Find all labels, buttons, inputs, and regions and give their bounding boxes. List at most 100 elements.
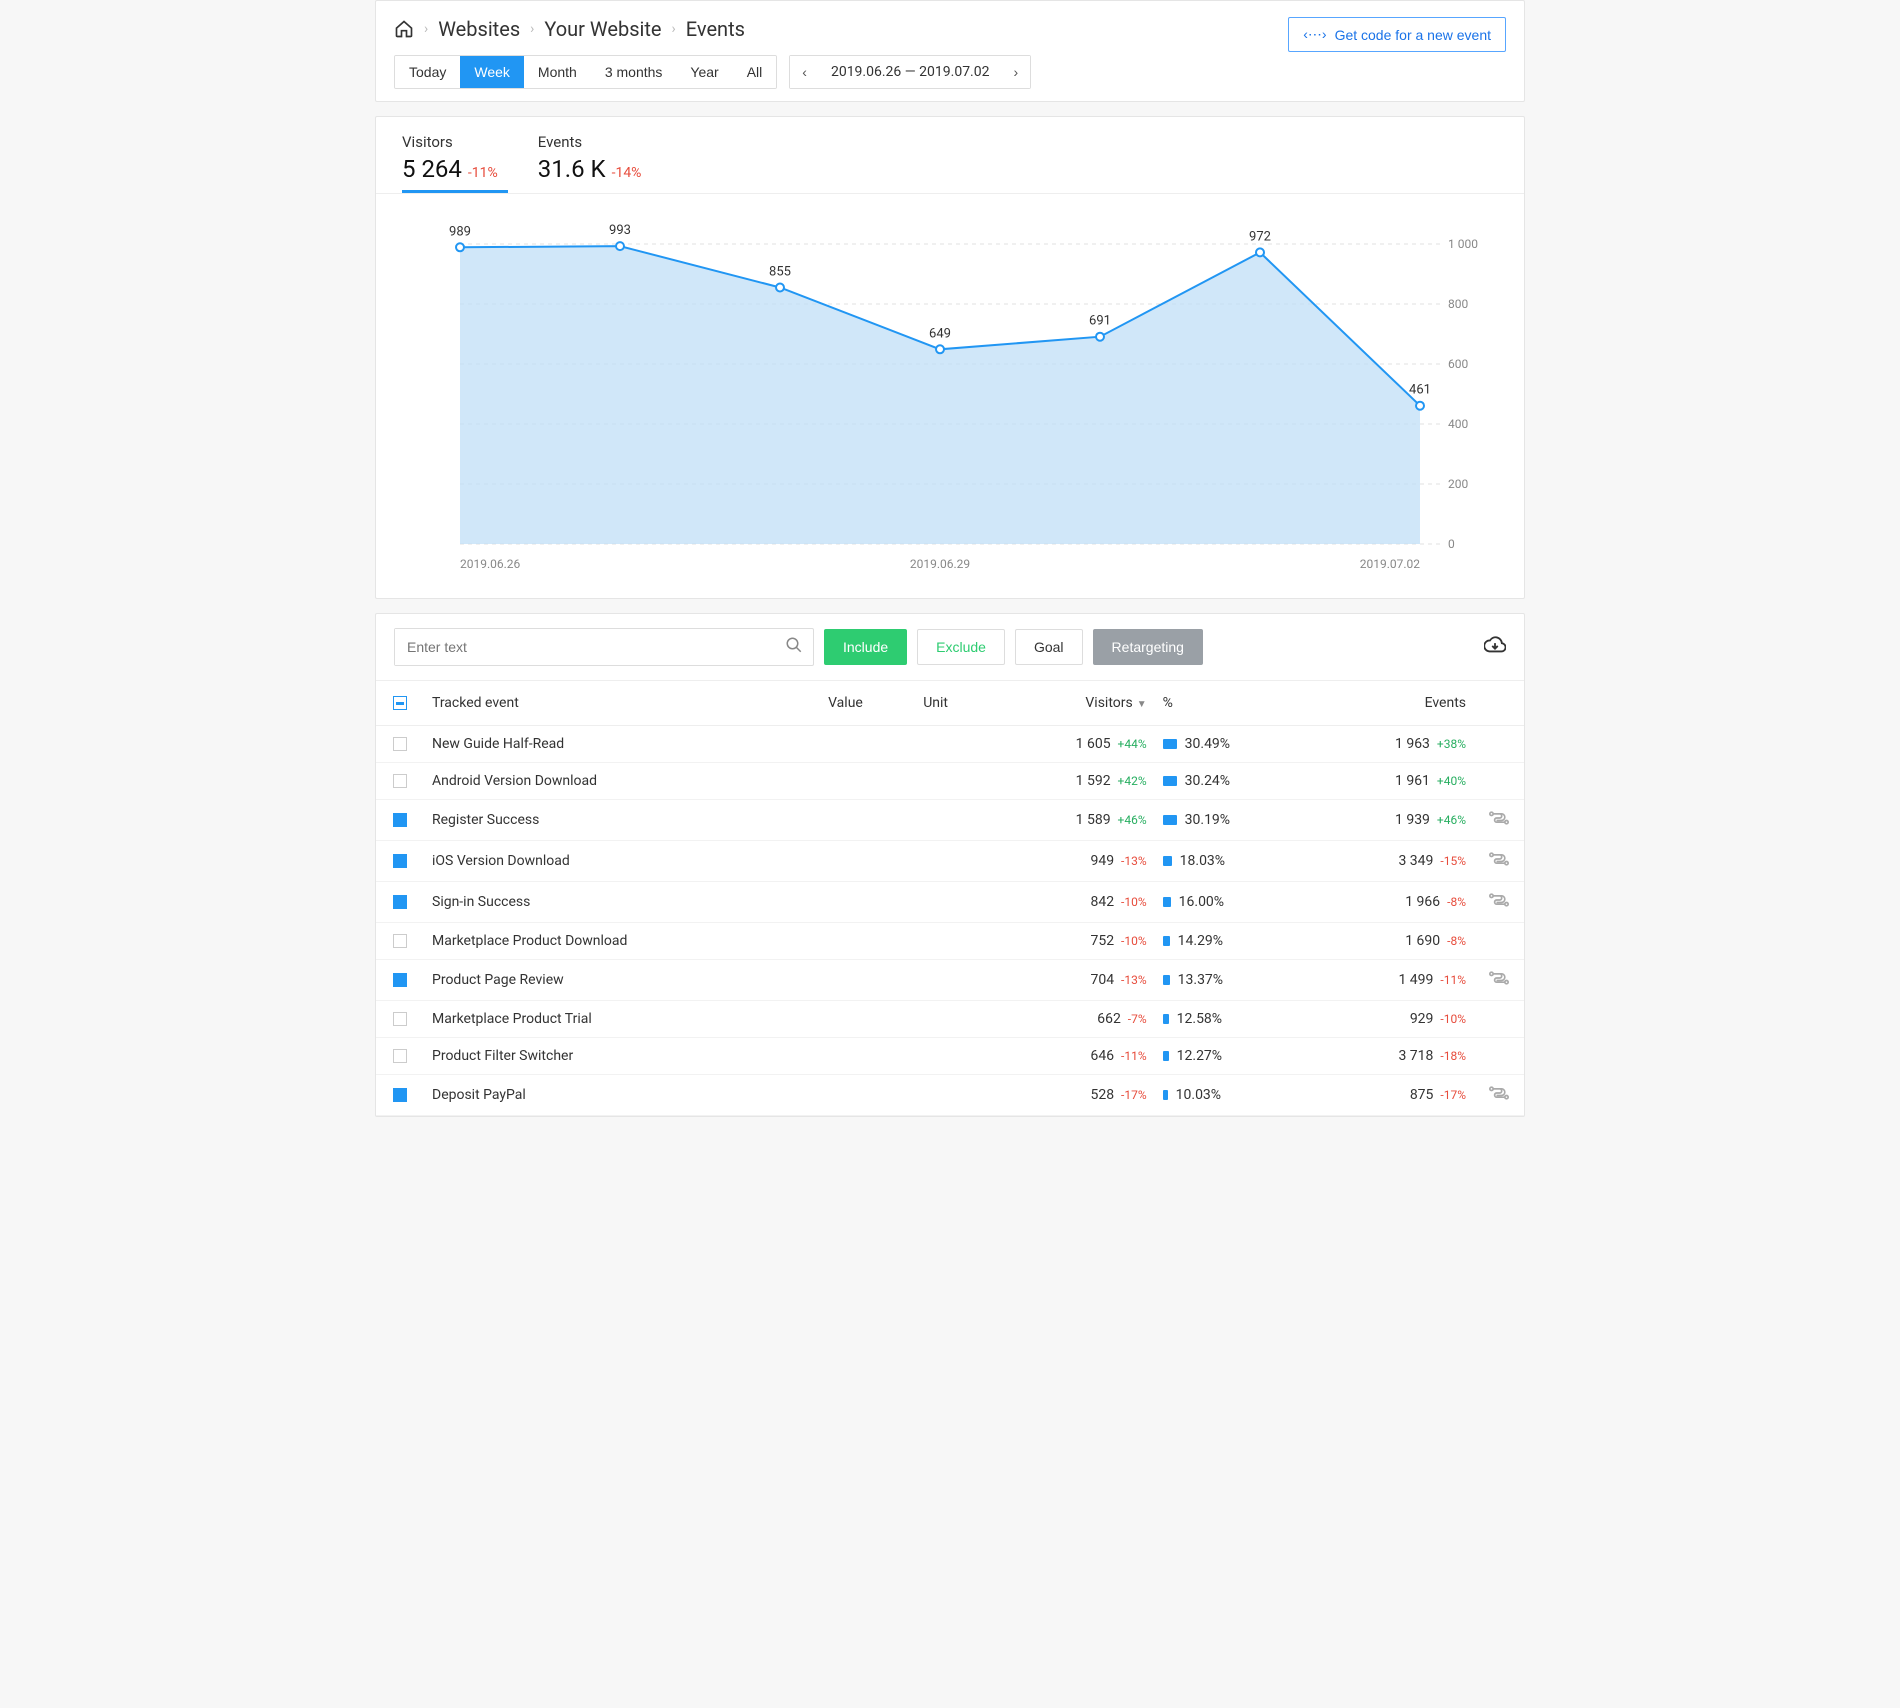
event-value xyxy=(820,960,915,1001)
route-icon[interactable] xyxy=(1489,974,1509,990)
events-cell: 1 690 -8% xyxy=(1311,923,1474,960)
svg-text:993: 993 xyxy=(609,223,631,238)
events-delta: -8% xyxy=(1444,895,1466,909)
select-all-checkbox[interactable] xyxy=(393,696,407,710)
row-checkbox[interactable] xyxy=(393,1049,407,1063)
breadcrumb-websites[interactable]: Websites xyxy=(438,17,520,41)
range-tab-today[interactable]: Today xyxy=(395,56,460,88)
event-name[interactable]: Marketplace Product Trial xyxy=(424,1001,820,1038)
col-value[interactable]: Value xyxy=(820,681,915,726)
events-delta: +46% xyxy=(1434,813,1466,827)
range-tab-year[interactable]: Year xyxy=(676,56,732,88)
table-row: Product Page Review 704 -13% 13.37% 1 49… xyxy=(376,960,1524,1001)
event-name[interactable]: New Guide Half-Read xyxy=(424,726,820,763)
event-unit xyxy=(915,1038,991,1075)
col-events[interactable]: Events xyxy=(1311,681,1474,726)
event-name[interactable]: Register Success xyxy=(424,800,820,841)
percent-bar xyxy=(1163,1090,1168,1100)
percent-bar xyxy=(1163,776,1177,786)
visitors-delta: -13% xyxy=(1118,854,1147,868)
event-unit xyxy=(915,800,991,841)
search-input[interactable] xyxy=(395,629,775,665)
row-checkbox[interactable] xyxy=(393,1088,407,1102)
visitors-cell: 704 -13% xyxy=(992,960,1155,1001)
download-icon[interactable] xyxy=(1484,634,1506,660)
visitors-cell: 528 -17% xyxy=(992,1075,1155,1116)
table-row: New Guide Half-Read 1 605 +44% 30.49% 1 … xyxy=(376,726,1524,763)
row-checkbox[interactable] xyxy=(393,1012,407,1026)
route-icon[interactable] xyxy=(1489,896,1509,912)
event-unit xyxy=(915,841,991,882)
row-checkbox[interactable] xyxy=(393,813,407,827)
event-name[interactable]: Deposit PayPal xyxy=(424,1075,820,1116)
breadcrumb: › Websites › Your Website › Events xyxy=(394,17,1031,41)
range-tab-all[interactable]: All xyxy=(733,56,777,88)
event-name[interactable]: Marketplace Product Download xyxy=(424,923,820,960)
percent-cell: 13.37% xyxy=(1155,960,1311,1001)
col-visitors[interactable]: Visitors▼ xyxy=(992,681,1155,726)
range-tab-3-months[interactable]: 3 months xyxy=(591,56,677,88)
route-icon[interactable] xyxy=(1489,814,1509,830)
event-name[interactable]: Android Version Download xyxy=(424,763,820,800)
chevron-right-icon: › xyxy=(672,21,676,37)
percent-bar xyxy=(1163,1051,1169,1061)
percent-cell: 10.03% xyxy=(1155,1075,1311,1116)
goal-button[interactable]: Goal xyxy=(1015,629,1083,665)
percent-value: 14.29% xyxy=(1178,933,1223,949)
visitors-cell: 646 -11% xyxy=(992,1038,1155,1075)
exclude-button[interactable]: Exclude xyxy=(917,629,1005,665)
range-tab-week[interactable]: Week xyxy=(460,56,524,88)
breadcrumb-your-website[interactable]: Your Website xyxy=(544,17,661,41)
event-name[interactable]: Sign-in Success xyxy=(424,882,820,923)
svg-text:200: 200 xyxy=(1448,477,1468,491)
search-icon[interactable] xyxy=(775,636,813,658)
row-checkbox[interactable] xyxy=(393,973,407,987)
row-checkbox[interactable] xyxy=(393,737,407,751)
svg-text:691: 691 xyxy=(1089,314,1111,329)
route-icon[interactable] xyxy=(1489,855,1509,871)
table-row: Product Filter Switcher 646 -11% 12.27% … xyxy=(376,1038,1524,1075)
event-unit xyxy=(915,960,991,1001)
row-checkbox[interactable] xyxy=(393,774,407,788)
chevron-right-icon: › xyxy=(424,21,428,37)
events-cell: 929 -10% xyxy=(1311,1001,1474,1038)
metric-events[interactable]: Events 31.6 K-14% xyxy=(538,133,642,183)
row-checkbox[interactable] xyxy=(393,895,407,909)
row-checkbox[interactable] xyxy=(393,934,407,948)
date-next-button[interactable]: › xyxy=(1002,56,1031,88)
event-unit xyxy=(915,763,991,800)
svg-text:855: 855 xyxy=(769,265,791,280)
retargeting-button[interactable]: Retargeting xyxy=(1093,629,1203,665)
metric-label: Visitors xyxy=(402,133,498,151)
time-range-tabs: TodayWeekMonth3 monthsYearAll xyxy=(394,55,777,89)
event-name[interactable]: Product Page Review xyxy=(424,960,820,1001)
percent-cell: 30.24% xyxy=(1155,763,1311,800)
event-name[interactable]: iOS Version Download xyxy=(424,841,820,882)
route-icon[interactable] xyxy=(1489,1089,1509,1105)
percent-bar xyxy=(1163,815,1177,825)
event-value xyxy=(820,1038,915,1075)
chevron-right-icon: › xyxy=(530,21,534,37)
date-prev-button[interactable]: ‹ xyxy=(790,56,819,88)
svg-text:2019.07.02: 2019.07.02 xyxy=(1360,557,1421,571)
visitors-delta: -17% xyxy=(1118,1088,1147,1102)
include-button[interactable]: Include xyxy=(824,629,907,665)
range-tab-month[interactable]: Month xyxy=(524,56,591,88)
col-percent[interactable]: % xyxy=(1155,681,1311,726)
metric-visitors[interactable]: Visitors 5 264-11% xyxy=(402,133,498,183)
metric-label: Events xyxy=(538,133,642,151)
table-row: iOS Version Download 949 -13% 18.03% 3 3… xyxy=(376,841,1524,882)
col-event[interactable]: Tracked event xyxy=(424,681,820,726)
date-navigator: ‹ 2019.06.26 — 2019.07.02 › xyxy=(789,55,1031,89)
visitors-cell: 949 -13% xyxy=(992,841,1155,882)
row-checkbox[interactable] xyxy=(393,854,407,868)
get-code-button[interactable]: ‹⋯› Get code for a new event xyxy=(1288,17,1506,52)
event-unit xyxy=(915,1001,991,1038)
col-unit[interactable]: Unit xyxy=(915,681,991,726)
event-name[interactable]: Product Filter Switcher xyxy=(424,1038,820,1075)
sort-desc-icon: ▼ xyxy=(1137,699,1147,710)
svg-text:800: 800 xyxy=(1448,297,1468,311)
home-icon[interactable] xyxy=(394,19,414,39)
events-cell: 875 -17% xyxy=(1311,1075,1474,1116)
events-delta: -18% xyxy=(1437,1049,1466,1063)
